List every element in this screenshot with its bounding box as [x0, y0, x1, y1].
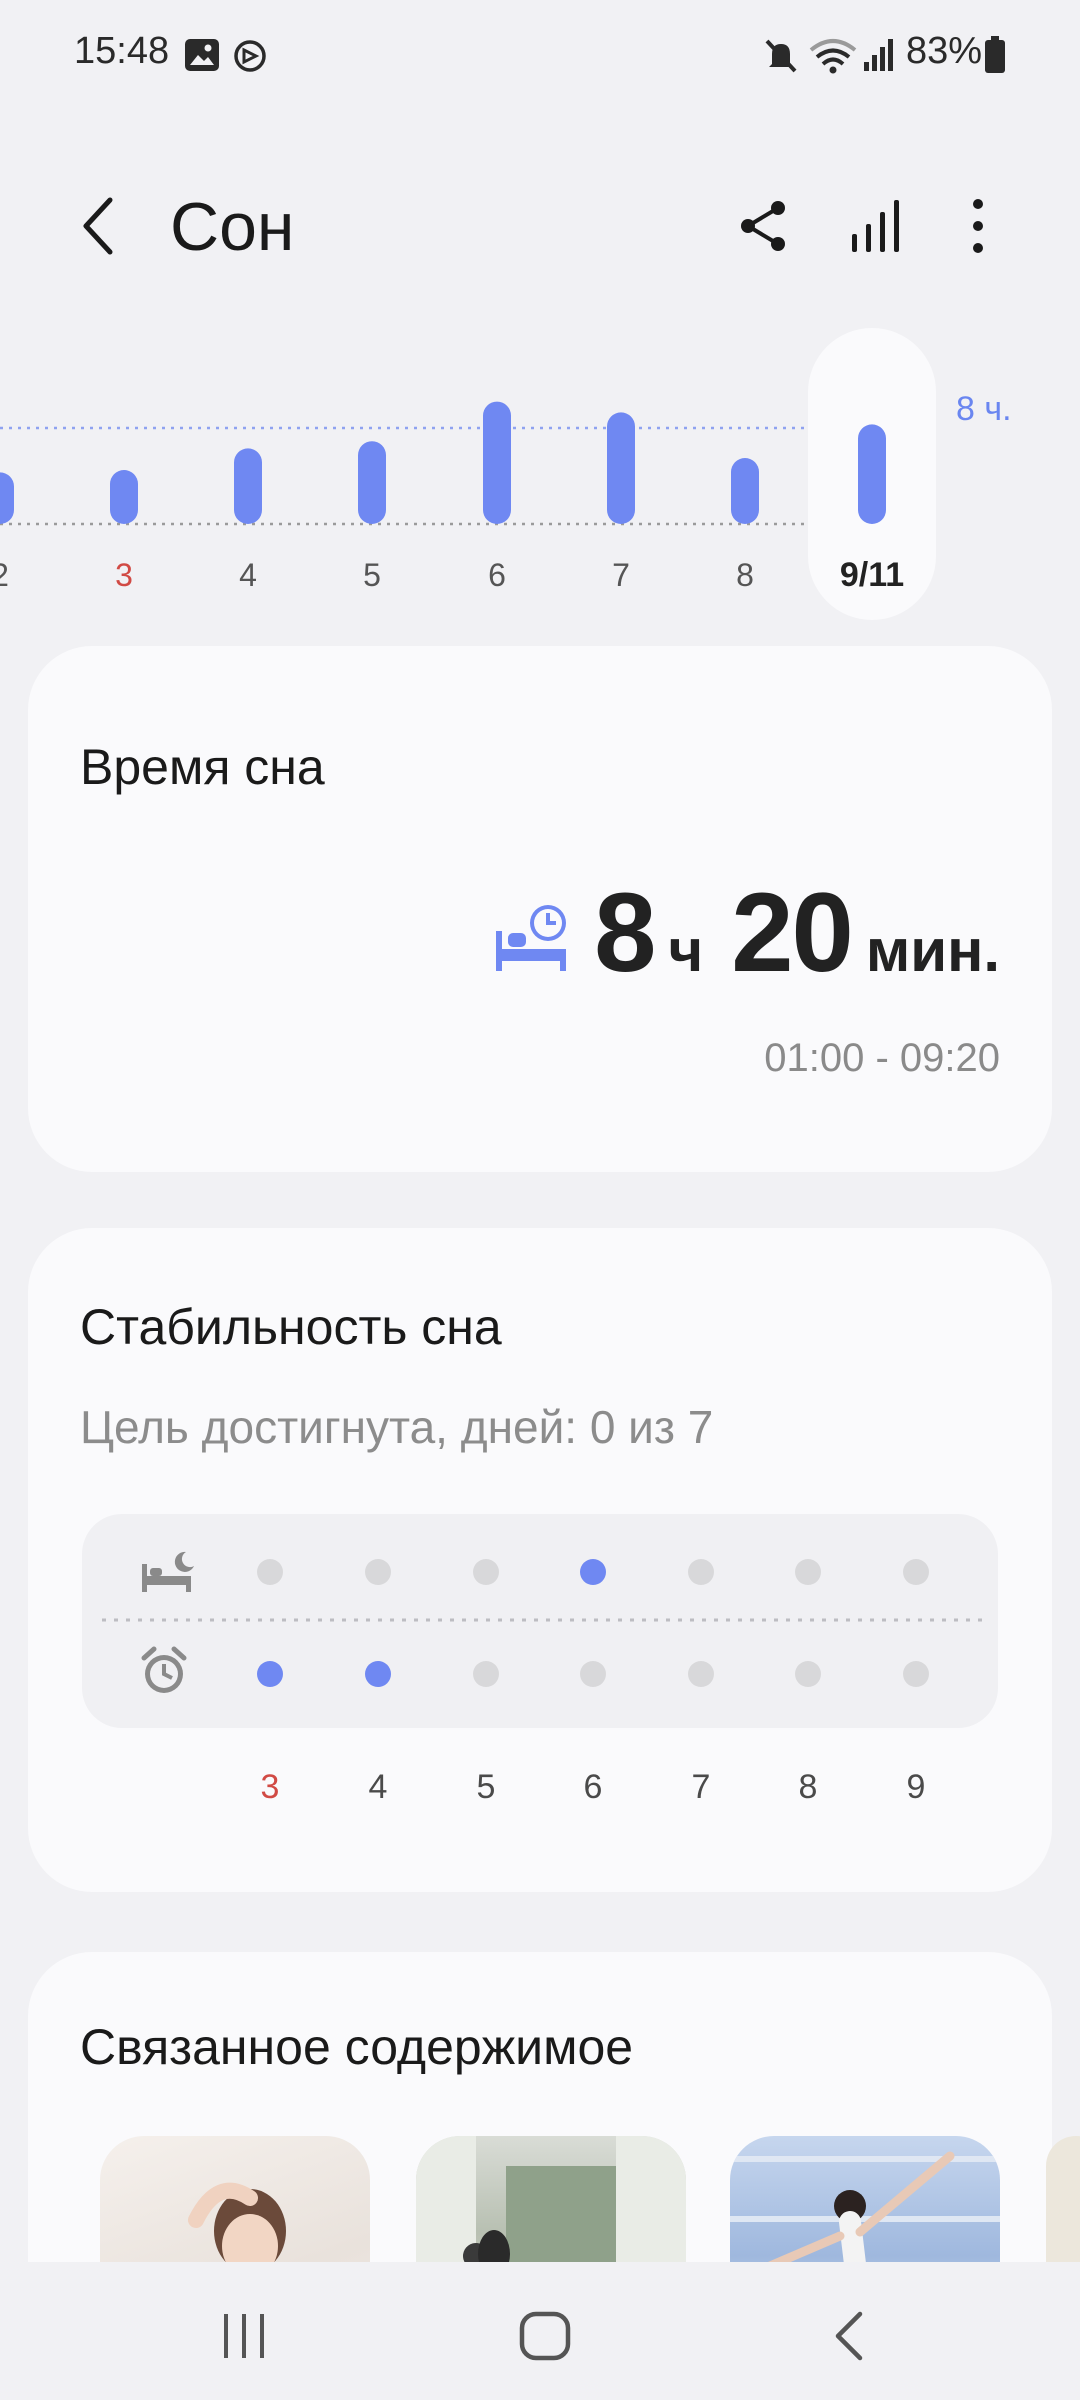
home-icon[interactable] — [510, 2306, 580, 2366]
back-nav-icon[interactable] — [820, 2306, 880, 2366]
sleep-bar[interactable] — [858, 424, 886, 524]
bar-day-label: 2 — [0, 557, 9, 593]
wakeup-dot — [903, 1661, 929, 1687]
stability-subtitle: Цель достигнута, дней: 0 из 7 — [80, 1401, 714, 1453]
bedtime-dot — [688, 1559, 714, 1585]
duration-hours-unit: ч — [668, 917, 704, 984]
mute-icon — [765, 39, 797, 73]
bedtime-dot — [257, 1559, 283, 1585]
stability-day-label: 8 — [798, 1768, 818, 1806]
stability-day-label: 7 — [691, 1768, 711, 1806]
gallery-icon — [185, 39, 219, 71]
sleep-bar[interactable] — [358, 441, 386, 524]
stability-day-label: 4 — [368, 1768, 388, 1806]
duration-minutes-unit: мин. — [865, 917, 1000, 984]
sleep-bar[interactable] — [234, 448, 262, 524]
stability-grid-svg — [102, 1551, 982, 1693]
sleep-time-card[interactable]: Время сна 8 ч 20 мин. 01:00 - 09:20 — [28, 646, 1052, 1172]
battery-icon — [985, 36, 1005, 73]
sleep-bar[interactable] — [0, 472, 14, 524]
back-icon[interactable] — [70, 194, 134, 258]
sleep-bar[interactable] — [731, 458, 759, 524]
duration-minutes: 20 — [731, 870, 854, 995]
bedtime-dot — [795, 1559, 821, 1585]
wakeup-dot — [688, 1661, 714, 1687]
wakeup-dot — [473, 1661, 499, 1687]
bar-day-label: 8 — [736, 557, 754, 593]
sleep-stability-card[interactable]: Стабильность сна Цель достигнута, дней: … — [28, 1228, 1052, 1892]
bar-day-label: 6 — [488, 557, 506, 593]
bar-chart-svg: 2 3 4 5 6 7 8 9/11 — [0, 328, 936, 620]
bar-day-label: 7 — [612, 557, 630, 593]
sleep-bar-chart[interactable]: 2 3 4 5 6 7 8 9/11 8 ч. — [0, 320, 1080, 630]
sleep-bar[interactable] — [110, 470, 138, 524]
bar-day-label: 3 — [115, 557, 133, 593]
sleep-duration: 8 ч 20 мин. — [494, 868, 1000, 997]
bedtime-dot — [580, 1559, 606, 1585]
bedtime-icon — [142, 1551, 194, 1592]
sleep-time-range: 01:00 - 09:20 — [764, 1036, 1000, 1080]
bar-day-label: 9/11 — [840, 556, 904, 594]
bedtime-dot — [365, 1559, 391, 1585]
wakeup-dot — [257, 1661, 283, 1687]
share-icon[interactable] — [734, 196, 794, 256]
stability-day-label: 6 — [583, 1768, 603, 1806]
stability-day-labels: 3 4 5 6 7 8 9 — [28, 1768, 1052, 1818]
stability-day-label: 9 — [906, 1768, 926, 1806]
stability-day-label: 5 — [476, 1768, 496, 1806]
bed-clock-icon — [496, 904, 567, 971]
bedtime-dot — [903, 1559, 929, 1585]
bar-day-label: 4 — [239, 557, 257, 593]
sleep-time-title: Время сна — [80, 739, 325, 795]
app-bar: Сон — [0, 170, 1080, 290]
wakeup-dot — [580, 1661, 606, 1687]
related-title: Связанное содержимое — [80, 2019, 634, 2075]
status-bar: 15:48 83% — [0, 0, 1080, 110]
sleep-bar[interactable] — [607, 412, 635, 524]
bar-day-label: 5 — [363, 557, 381, 593]
more-icon[interactable] — [948, 196, 1008, 256]
goal-line-label: 8 ч. — [956, 390, 1012, 428]
stability-day-label: 3 — [260, 1768, 280, 1806]
wakeup-alarm-icon — [141, 1646, 187, 1693]
recent-apps-icon[interactable] — [212, 2310, 276, 2362]
signal-icon — [864, 39, 893, 71]
app-icon — [234, 40, 266, 72]
stats-icon[interactable] — [846, 196, 906, 256]
wakeup-dot — [795, 1661, 821, 1687]
bedtime-dot — [473, 1559, 499, 1585]
duration-hours: 8 — [594, 870, 656, 995]
battery-percent: 83% — [906, 30, 983, 72]
wakeup-dot — [365, 1661, 391, 1687]
sleep-bar[interactable] — [483, 401, 511, 524]
wifi-icon — [809, 39, 857, 74]
page-title: Сон — [170, 189, 295, 265]
stability-grid — [82, 1514, 998, 1728]
status-time: 15:48 — [74, 30, 170, 72]
stability-title: Стабильность сна — [80, 1299, 502, 1355]
